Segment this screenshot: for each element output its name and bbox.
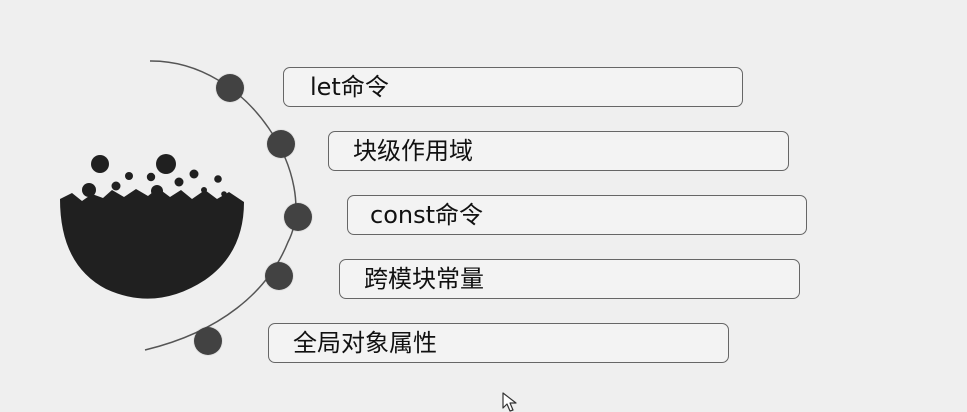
mouse-pointer-icon [502, 392, 517, 412]
diagram-item-box: const命令 [347, 195, 807, 235]
diagram-item-label: const命令 [370, 201, 484, 229]
diagram-item-box: 全局对象属性 [268, 323, 729, 363]
diagram-item-label: 全局对象属性 [293, 329, 437, 357]
diagram-item-box: 块级作用域 [328, 131, 789, 171]
diagram-item-box: let命令 [283, 67, 743, 107]
diagram-item-label: 跨模块常量 [364, 265, 484, 293]
timeline-dot [194, 327, 222, 355]
diagram-canvas: let命令 块级作用域 const命令 跨模块常量 全局对象属性 [0, 0, 967, 412]
diagram-item-box: 跨模块常量 [339, 259, 800, 299]
timeline-dot [265, 262, 293, 290]
diagram-item-label: let命令 [310, 73, 389, 101]
timeline-dot [267, 130, 295, 158]
timeline-dot [216, 74, 244, 102]
timeline-dot [284, 203, 312, 231]
diagram-item-label: 块级作用域 [353, 137, 473, 165]
bowl-with-splashes-icon [60, 154, 244, 299]
